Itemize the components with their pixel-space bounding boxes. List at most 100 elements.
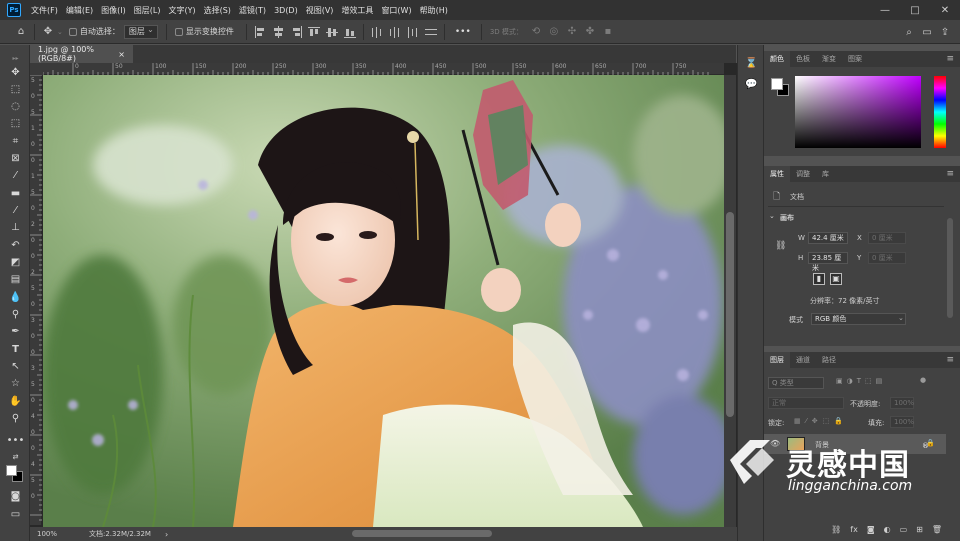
status-menu-arrow[interactable]: ›	[165, 530, 168, 539]
distribute-center-icon[interactable]	[388, 25, 402, 39]
hue-slider[interactable]	[934, 76, 946, 148]
distribute-top-icon[interactable]	[370, 25, 384, 39]
menu-image[interactable]: 图像(I)	[97, 5, 130, 16]
frame-tool[interactable]: ⊠	[7, 151, 24, 166]
link-dimensions-icon[interactable]: ⛓	[775, 241, 786, 251]
quick-select-tool[interactable]: ⬚	[7, 116, 24, 131]
properties-menu-icon[interactable]: ≡	[946, 169, 954, 179]
history-panel-icon[interactable]: ⌛	[745, 58, 757, 69]
align-right-icon[interactable]	[289, 25, 303, 39]
shape-tool[interactable]: ☆	[7, 376, 24, 391]
3d-slide-icon[interactable]: ✤	[581, 23, 599, 41]
move-tool[interactable]: ✥	[7, 65, 24, 80]
layer-filter-dropdown[interactable]: Q 类型	[768, 377, 824, 389]
auto-select-checkbox[interactable]: 自动选择：	[68, 26, 120, 37]
align-vcenter-icon[interactable]	[325, 25, 339, 39]
lasso-tool[interactable]: ◌	[7, 99, 24, 114]
adjustment-layer-icon[interactable]: ◐	[884, 525, 891, 534]
3d-orbit-icon[interactable]: ⟲	[527, 23, 545, 41]
properties-scrollbar[interactable]	[947, 218, 953, 318]
lock-icons[interactable]: ▦⁄✥⬚🔒	[794, 417, 848, 425]
tab-gradients[interactable]: 渐变	[816, 51, 842, 67]
canvas-section-chevron[interactable]: ⌄	[769, 212, 775, 220]
menu-layer[interactable]: 图层(L)	[130, 5, 165, 16]
menu-edit[interactable]: 编辑(E)	[62, 5, 97, 16]
workspace-icon[interactable]: ▭	[918, 23, 936, 41]
zoom-level[interactable]: 100%	[37, 530, 77, 538]
maximize-button[interactable]: □	[900, 0, 930, 20]
tab-channels[interactable]: 通道	[790, 352, 816, 368]
align-left-icon[interactable]	[253, 25, 267, 39]
clone-stamp-tool[interactable]: ⊥	[7, 220, 24, 235]
close-window-button[interactable]: ✕	[930, 0, 960, 20]
document-tab[interactable]: 1.jpg @ 100%(RGB/8#) ×	[30, 45, 133, 63]
menu-help[interactable]: 帮助(H)	[416, 5, 452, 16]
3d-roll-icon[interactable]: ◎	[545, 23, 563, 41]
new-layer-icon[interactable]: ⊞	[916, 525, 923, 534]
close-tab-icon[interactable]: ×	[118, 50, 125, 59]
eyedropper-tool[interactable]: ⁄	[7, 168, 24, 183]
type-tool[interactable]: T	[7, 342, 24, 357]
distribute-bottom-icon[interactable]	[406, 25, 420, 39]
vertical-ruler[interactable]: 505100150200250300350400450	[30, 75, 42, 525]
document-image[interactable]	[43, 75, 724, 527]
width-field[interactable]: 42.4 厘米	[808, 232, 848, 244]
landscape-orientation-button[interactable]: ▣	[830, 273, 842, 285]
foreground-color-swatch[interactable]	[6, 465, 17, 476]
history-brush-tool[interactable]: ↶	[7, 238, 24, 253]
menu-3d[interactable]: 3D(D)	[270, 6, 302, 15]
x-field[interactable]: 0 厘米	[868, 232, 906, 244]
pen-tool[interactable]: ✒	[7, 324, 24, 339]
panel-foreground-swatch[interactable]	[771, 78, 783, 90]
screen-mode-icon[interactable]: ▭	[7, 507, 24, 522]
dodge-tool[interactable]: ⚲	[7, 307, 24, 322]
layer-style-icon[interactable]: fx	[850, 525, 858, 534]
opacity-field[interactable]: 100%	[890, 397, 914, 409]
layer-filter-icons[interactable]: ▣◑T⬚▤	[836, 377, 886, 385]
distribute-h-icon[interactable]	[424, 25, 438, 39]
delete-layer-icon[interactable]: 🗑	[932, 525, 942, 534]
hand-tool[interactable]: ✋	[7, 394, 24, 409]
3d-pan-icon[interactable]: ✣	[563, 23, 581, 41]
menu-type[interactable]: 文字(Y)	[164, 5, 199, 16]
vertical-scroll-thumb[interactable]	[726, 212, 734, 417]
gradient-tool[interactable]: ▤	[7, 272, 24, 287]
minimize-button[interactable]: —	[870, 0, 900, 20]
menu-plugins[interactable]: 增效工具	[337, 5, 377, 16]
link-layers-icon[interactable]: ⛓	[831, 525, 841, 534]
align-hcenter-icon[interactable]	[271, 25, 285, 39]
zoom-tool[interactable]: ⚲	[7, 411, 24, 426]
tab-paths[interactable]: 路径	[816, 352, 842, 368]
layers-menu-icon[interactable]: ≡	[946, 355, 954, 365]
search-icon[interactable]: ⌕	[900, 23, 918, 41]
horizontal-scroll-thumb[interactable]	[352, 530, 492, 537]
tab-adjustments[interactable]: 调整	[790, 166, 816, 182]
3d-scale-icon[interactable]: ▪	[599, 23, 617, 41]
edit-toolbar-icon[interactable]: •••	[7, 433, 25, 448]
fill-field[interactable]: 100%	[890, 416, 914, 428]
height-field[interactable]: 23.85 厘米	[808, 252, 848, 272]
move-tool-icon[interactable]: ✥	[39, 23, 57, 41]
color-panel-menu-icon[interactable]: ≡	[946, 54, 954, 64]
tab-color[interactable]: 颜色	[764, 51, 790, 67]
tab-libraries[interactable]: 库	[816, 166, 835, 182]
blend-mode-dropdown[interactable]: 正常	[768, 397, 844, 409]
y-field[interactable]: 0 厘米	[868, 252, 906, 264]
comments-panel-icon[interactable]: 💬	[745, 79, 757, 90]
color-mode-dropdown[interactable]: RGB 颜色	[811, 313, 906, 325]
more-options-button[interactable]: •••	[455, 27, 471, 37]
home-icon[interactable]: ⌂	[12, 23, 30, 41]
menu-select[interactable]: 选择(S)	[200, 5, 235, 16]
menu-filter[interactable]: 滤镜(T)	[235, 5, 270, 16]
quick-mask-icon[interactable]: ◙	[7, 489, 24, 504]
tab-properties[interactable]: 属性	[764, 166, 790, 182]
tab-layers[interactable]: 图层	[764, 352, 790, 368]
healing-brush-tool[interactable]: ▬	[7, 186, 24, 201]
add-mask-icon[interactable]: ◙	[867, 525, 875, 534]
new-group-icon[interactable]: ▭	[900, 525, 908, 534]
tab-patterns[interactable]: 图案	[842, 51, 868, 67]
swap-colors-icon[interactable]: ⇄	[7, 449, 24, 464]
menu-window[interactable]: 窗口(W)	[377, 5, 415, 16]
menu-file[interactable]: 文件(F)	[27, 5, 62, 16]
marquee-tool[interactable]: ⬚	[7, 82, 24, 97]
